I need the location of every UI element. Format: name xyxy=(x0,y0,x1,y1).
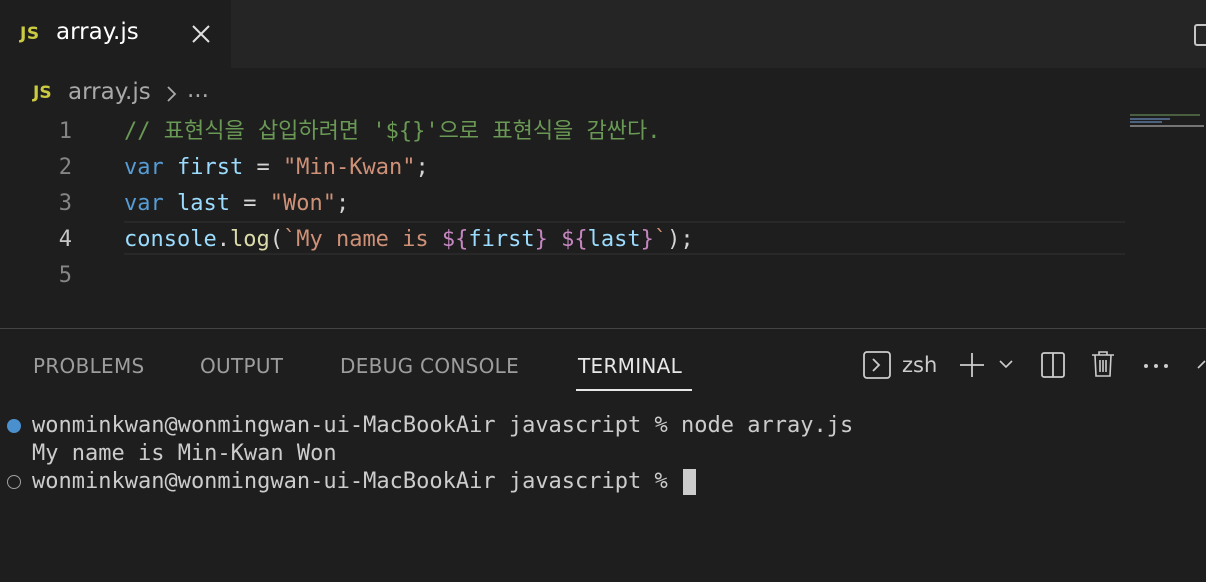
tab-problems[interactable]: PROBLEMS xyxy=(33,354,145,378)
editor-tab-bar: JS array.js xyxy=(0,0,1206,68)
code-token: } xyxy=(534,227,548,252)
code-text: var last = "Won"; xyxy=(124,186,349,222)
code-line[interactable]: 1 // 표현식을 삽입하려면 '${}'으로 표현식을 감싼다. xyxy=(0,114,1206,150)
command-pending-dot xyxy=(7,475,21,489)
tab-debug-console[interactable]: DEBUG CONSOLE xyxy=(340,354,519,378)
code-text: console.log(`My name is ${first} ${last}… xyxy=(124,222,694,258)
code-token: first xyxy=(177,155,244,180)
code-line[interactable]: 2 var first = "Min-Kwan"; xyxy=(0,150,1206,186)
line-number: 5 xyxy=(58,263,72,288)
command-success-dot[interactable] xyxy=(7,419,21,433)
terminal-cursor xyxy=(683,469,697,495)
split-terminal-icon[interactable] xyxy=(1040,351,1066,379)
code-token: ` xyxy=(653,227,668,252)
active-tab-indicator xyxy=(576,389,692,391)
code-token: ; xyxy=(415,155,429,180)
trash-icon[interactable] xyxy=(1090,349,1116,379)
plus-icon[interactable] xyxy=(958,351,986,379)
panel-tab-bar: PROBLEMS OUTPUT DEBUG CONSOLE TERMINAL z… xyxy=(0,340,1206,391)
code-text: var first = "Min-Kwan"; xyxy=(124,150,429,186)
code-line[interactable]: 4 console.log(`My name is ${first} ${last… xyxy=(0,222,1206,258)
code-token: ; xyxy=(335,191,350,216)
code-token: } xyxy=(640,227,654,252)
code-token: . xyxy=(216,227,230,252)
javascript-file-icon: JS xyxy=(33,83,52,103)
code-token: var xyxy=(124,191,164,216)
line-number: 1 xyxy=(58,119,72,144)
tab-label: array.js xyxy=(56,19,139,45)
code-token: = xyxy=(243,155,283,180)
code-token: = xyxy=(229,191,270,216)
code-token: last xyxy=(177,191,230,216)
code-token: "Min-Kwan" xyxy=(282,155,416,180)
code-token: var xyxy=(124,155,164,180)
code-editor[interactable]: 1 // 표현식을 삽입하려면 '${}'으로 표현식을 감싼다. 2 var fir… xyxy=(0,114,1206,328)
line-number: 3 xyxy=(58,191,72,216)
minimap[interactable] xyxy=(1130,114,1206,134)
panel-divider[interactable] xyxy=(0,328,1206,329)
code-token: last xyxy=(587,227,641,252)
code-token: ${ xyxy=(561,227,588,252)
javascript-file-icon: JS xyxy=(20,24,40,44)
terminal-shell-name[interactable]: zsh xyxy=(902,353,937,377)
line-number: 2 xyxy=(58,155,72,180)
close-icon[interactable] xyxy=(188,21,214,47)
chevron-up-icon[interactable] xyxy=(1196,356,1206,372)
code-line[interactable]: 3 var last = "Won"; xyxy=(0,186,1206,222)
line-number: 4 xyxy=(58,227,72,252)
split-editor-icon[interactable] xyxy=(1194,24,1206,46)
terminal-icon[interactable] xyxy=(862,350,892,380)
tab-array-js[interactable]: JS array.js xyxy=(0,0,231,68)
code-token: first xyxy=(468,227,535,252)
more-actions-icon[interactable] xyxy=(1142,362,1170,370)
chevron-right-icon xyxy=(167,86,177,102)
terminal-line: wonminkwan@wonmingwan-ui-MacBookAir java… xyxy=(32,413,854,438)
breadcrumb: JS array.js ... xyxy=(0,74,1206,112)
terminal-line: My name is Min-Kwan Won xyxy=(32,441,337,466)
chevron-down-icon[interactable] xyxy=(998,357,1014,371)
breadcrumb-more[interactable]: ... xyxy=(187,77,209,103)
code-token: console xyxy=(124,227,217,252)
code-token: "Won" xyxy=(269,191,336,216)
code-token: log xyxy=(229,227,270,252)
code-text: // 표현식을 삽입하려면 '${}'으로 표현식을 감싼다. xyxy=(124,114,661,150)
code-line[interactable]: 5 xyxy=(0,258,1206,294)
terminal-prompt: wonminkwan@wonmingwan-ui-MacBookAir java… xyxy=(32,469,682,494)
code-token: `My name is xyxy=(282,227,442,252)
code-token: ( xyxy=(269,227,283,252)
breadcrumb-file[interactable]: array.js xyxy=(68,79,151,105)
code-token: // 표현식을 삽입하려면 '${}'으로 표현식을 감싼다. xyxy=(124,119,661,144)
tab-terminal[interactable]: TERMINAL xyxy=(578,354,682,378)
tab-output[interactable]: OUTPUT xyxy=(200,354,283,378)
code-token: ${ xyxy=(441,227,469,252)
terminal-prompt-line: wonminkwan@wonmingwan-ui-MacBookAir java… xyxy=(32,468,697,496)
code-token: ); xyxy=(667,227,694,252)
